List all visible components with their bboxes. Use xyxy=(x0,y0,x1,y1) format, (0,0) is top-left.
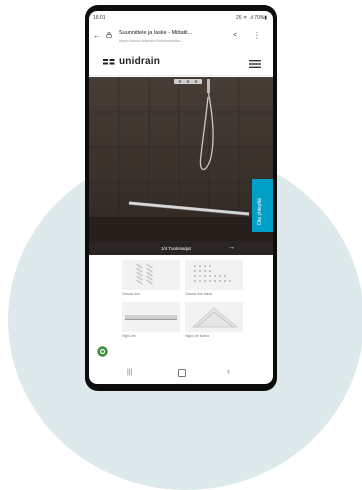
chat-icon[interactable] xyxy=(97,346,108,357)
more-vert-icon[interactable]: ⋮ xyxy=(253,31,261,40)
status-bar: 16:01 26 ᯤ .ıl 70%▮ xyxy=(89,11,273,24)
product-thumb xyxy=(122,302,180,332)
home-icon[interactable] xyxy=(178,369,186,377)
status-time: 16:01 xyxy=(93,15,106,21)
hero-image[interactable] xyxy=(89,77,273,241)
product-label[interactable]: Classic-line xyxy=(122,292,140,296)
site-header: unidrain xyxy=(89,51,273,76)
hero-link-label[interactable]: 1/4 Tuotesarjat xyxy=(161,246,191,251)
shower-scene xyxy=(89,77,273,241)
status-icons: 26 ᯤ .ıl 70%▮ xyxy=(236,15,267,21)
product-label[interactable]: HighLine xyxy=(122,334,136,338)
browser-url-bar: ← Suunnittele ja laske - Mittatil... htt… xyxy=(89,25,273,49)
lock-icon xyxy=(106,32,112,38)
share-icon[interactable]: < xyxy=(233,32,237,39)
site-logo[interactable]: unidrain xyxy=(119,56,160,67)
hero-caption-bar[interactable]: 1/4 Tuotesarjat → xyxy=(89,241,273,255)
hamburger-menu-icon[interactable] xyxy=(249,60,261,68)
contact-side-tab[interactable]: Ota yhteyttä xyxy=(252,179,273,232)
arrow-right-icon[interactable]: → xyxy=(228,244,235,251)
back-arrow-icon[interactable]: ← xyxy=(93,31,101,40)
side-tab-label: Ota yhteyttä xyxy=(257,198,263,225)
page-title[interactable]: Suunnittele ja laske - Mittatil... xyxy=(119,30,192,36)
product-thumb xyxy=(185,302,243,332)
phone-screen: 16:01 26 ᯤ .ıl 70%▮ ← Suunnittele ja las… xyxy=(89,11,273,384)
android-nav-bar: ||| ‹ xyxy=(89,363,273,383)
product-thumb xyxy=(185,260,243,290)
back-icon[interactable]: ‹ xyxy=(227,366,230,376)
page-url[interactable]: https://www.unidrain.fi/n/ammattila... xyxy=(119,38,183,43)
logo-mark-icon xyxy=(103,59,115,65)
product-thumb xyxy=(122,260,180,290)
recents-icon[interactable]: ||| xyxy=(127,369,132,376)
product-label[interactable]: HighLine kulma xyxy=(185,334,209,338)
product-label[interactable]: Classic-line kansi xyxy=(185,292,212,296)
